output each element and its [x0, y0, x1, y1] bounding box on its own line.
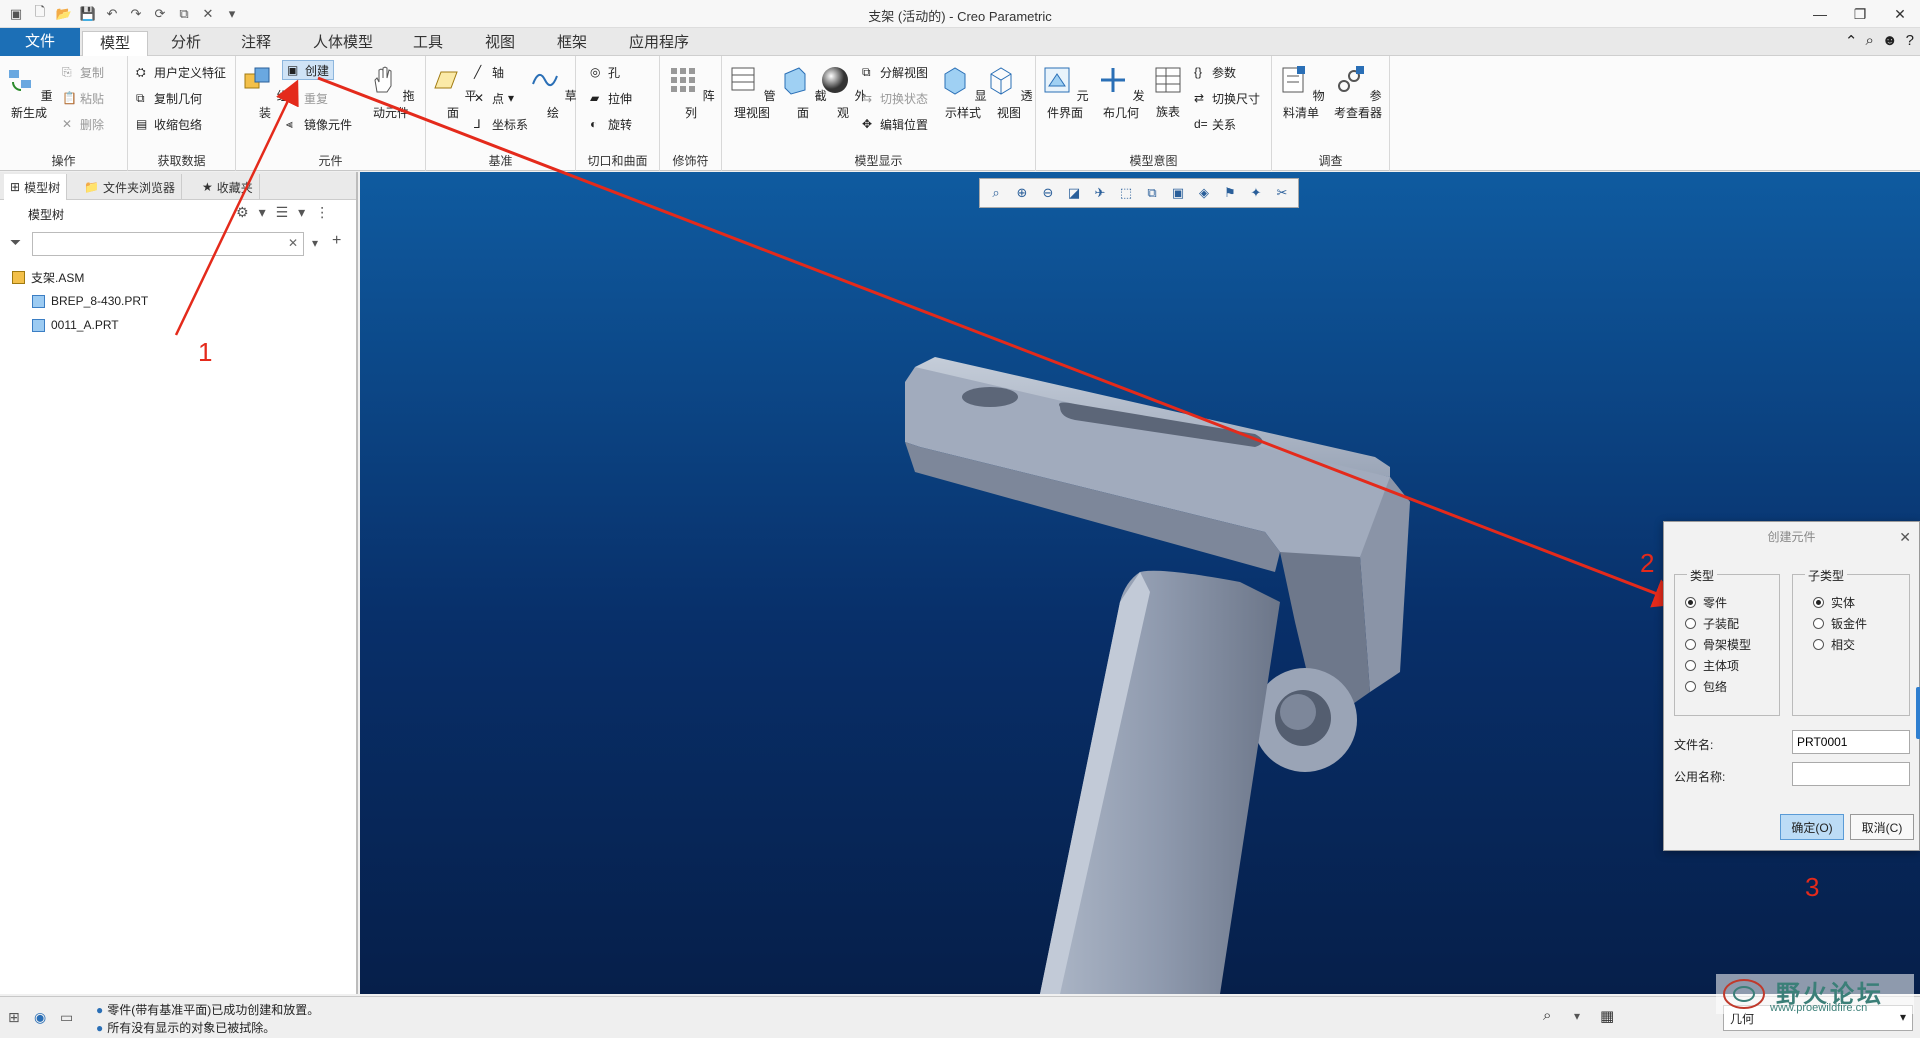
type-radio-skeleton[interactable]: 骨架模型 [1685, 635, 1751, 653]
radio-icon [1685, 617, 1696, 629]
type-radio-bulk-item[interactable]: 主体项 [1685, 656, 1739, 674]
status-bar: ⊞ ◉ ▭ ● 零件(带有基准平面)已成功创建和放置。 ● 所有没有显示的对象已被拭… [0, 996, 1920, 1038]
filename-label: 文件名: [1674, 738, 1714, 752]
dialog-resize-handle[interactable] [1916, 687, 1920, 739]
annotation-arrows [174, 76, 1803, 825]
radio-icon [1813, 596, 1824, 608]
selection-box-icon[interactable]: ▦ [1600, 1007, 1614, 1025]
radio-icon [1685, 638, 1696, 650]
status-message: ● 零件(带有基准平面)已成功创建和放置。 [96, 1002, 320, 1018]
chevron-down-icon[interactable]: ▾ [1574, 1009, 1580, 1023]
fullscreen-icon[interactable]: ▭ [60, 1009, 73, 1026]
radio-icon [1813, 638, 1824, 650]
arrow-2 [317, 76, 1684, 608]
type-radio-envelope[interactable]: 包络 [1685, 677, 1727, 695]
radio-icon [1685, 659, 1696, 671]
arrow-1 [174, 79, 299, 336]
annotation-label: 2 [1640, 548, 1655, 578]
ok-button[interactable]: 确定(O) [1780, 814, 1844, 840]
info-dot-icon: ● [96, 1020, 104, 1035]
type-radio-part[interactable]: 零件 [1685, 593, 1727, 611]
common-name-input[interactable] [1792, 762, 1910, 786]
type-radio-subassembly[interactable]: 子装配 [1685, 614, 1739, 632]
cancel-button[interactable]: 取消(C) [1850, 814, 1914, 840]
radio-icon [1813, 617, 1824, 629]
annotation-label: 1 [198, 337, 213, 367]
radio-icon [1685, 596, 1696, 608]
subtype-radio-intersect[interactable]: 相交 [1813, 635, 1855, 653]
filename-input[interactable] [1792, 730, 1910, 754]
info-dot-icon: ● [96, 1002, 104, 1017]
common-name-label: 公用名称: [1674, 770, 1726, 784]
find-binoculars-icon[interactable]: ⌕ [1543, 1007, 1551, 1024]
subtype-radio-solid[interactable]: 实体 [1813, 593, 1855, 611]
radio-icon [1685, 680, 1696, 692]
type-group: 类型 零件 子装配 骨架模型 主体项 包络 [1674, 567, 1780, 716]
create-component-dialog: 创建元件 ✕ 类型 零件 子装配 骨架模型 主体项 包络 子类型 实体 钣金件 … [1663, 521, 1920, 851]
browser-toggle-icon[interactable]: ◉ [34, 1009, 46, 1026]
close-icon[interactable]: ✕ [1899, 529, 1911, 546]
watermark-logo: 野火论坛 www.proewildfire.cn [1716, 974, 1914, 1014]
dialog-title: 创建元件 [1767, 530, 1816, 544]
status-message: ● 所有没有显示的对象已被拭除。 [96, 1020, 276, 1036]
annotation-label: 3 [1805, 872, 1820, 902]
watermark-logo-icon [1723, 979, 1765, 1009]
subtype-radio-sheetmetal[interactable]: 钣金件 [1813, 614, 1867, 632]
subtype-group: 子类型 实体 钣金件 相交 [1792, 567, 1910, 716]
navigator-toggle-icon[interactable]: ⊞ [8, 1009, 20, 1026]
